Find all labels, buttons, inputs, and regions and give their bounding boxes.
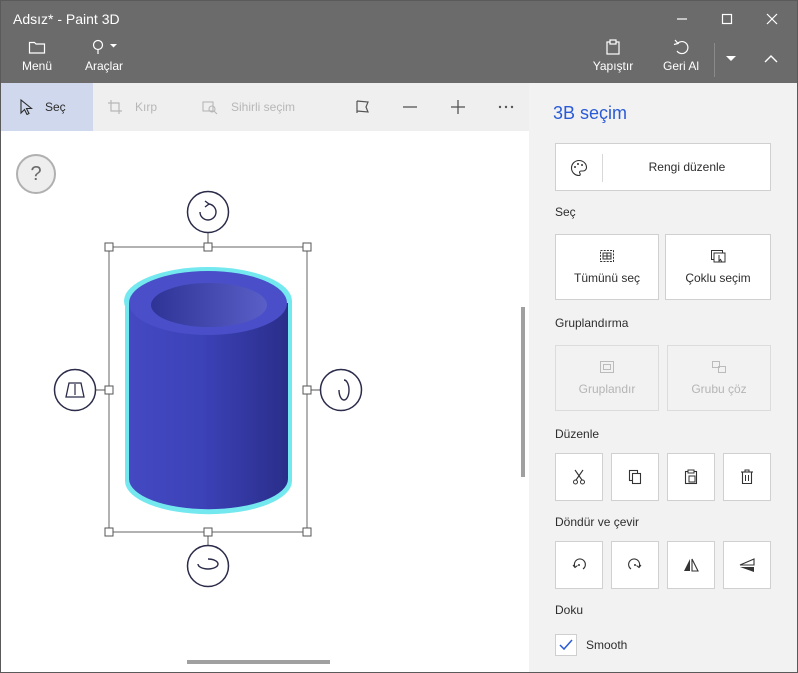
minus-icon	[403, 106, 417, 108]
group-label: Gruplandır	[578, 382, 636, 396]
rotate-y-handle[interactable]	[319, 368, 363, 412]
rotate-z-handle[interactable]	[186, 190, 230, 234]
selection-toolbar: Seç Kırp Sihirli seçim	[1, 83, 529, 131]
maximize-button[interactable]	[704, 5, 750, 33]
maximize-icon	[721, 13, 733, 25]
checkmark-icon	[559, 639, 573, 651]
edit-color-label: Rengi düzenle	[648, 160, 726, 174]
horizontal-scrollbar[interactable]	[187, 660, 330, 664]
flip-horizontal-icon	[684, 558, 699, 572]
more-options-button[interactable]	[493, 95, 519, 119]
flag-icon	[356, 100, 369, 113]
scissors-icon	[573, 469, 585, 485]
magic-select-tool[interactable]: Sihirli seçim	[201, 83, 311, 131]
magic-select-label: Sihirli seçim	[231, 100, 296, 114]
selected-3d-object[interactable]	[1, 131, 421, 601]
minimize-button[interactable]	[659, 5, 705, 33]
flip-vertical-button[interactable]	[723, 541, 771, 589]
ribbon-dropdown-button[interactable]	[717, 45, 745, 73]
close-button[interactable]	[749, 5, 795, 33]
select-tool-label: Seç	[45, 100, 66, 114]
zoom-in-button[interactable]	[445, 95, 471, 119]
copy-button[interactable]	[611, 453, 659, 501]
tools-button[interactable]: Araçlar	[81, 39, 127, 81]
undo-icon	[673, 39, 689, 55]
magic-select-icon	[202, 101, 218, 115]
ungroup-button[interactable]: Grubu çöz	[667, 345, 771, 411]
ribbon-separator	[714, 43, 715, 77]
group-section-label: Gruplandırma	[555, 316, 629, 330]
clipboard-icon	[684, 469, 698, 485]
tools-icon	[92, 39, 117, 54]
undo-label: Geri Al	[662, 59, 699, 73]
vertical-scrollbar[interactable]	[521, 307, 525, 477]
copy-icon	[628, 469, 642, 485]
edit-color-button[interactable]: Rengi düzenle	[555, 143, 771, 191]
select-all-label: Tümünü seç	[573, 271, 641, 285]
cut-button[interactable]	[555, 453, 603, 501]
paste-panel-button[interactable]	[667, 453, 715, 501]
zoom-out-button[interactable]	[397, 95, 423, 119]
menu-button[interactable]: Menü	[15, 39, 59, 81]
3d-select-panel: 3B seçim Rengi düzenle Seç Tümünü seç Ço…	[529, 83, 797, 672]
drawing-canvas[interactable]: ?	[1, 131, 529, 672]
multi-select-icon	[711, 250, 726, 263]
more-icon	[498, 105, 514, 109]
chevron-up-icon	[764, 55, 778, 63]
minimize-icon	[677, 18, 687, 20]
trash-icon	[741, 469, 753, 485]
group-button[interactable]: Gruplandır	[555, 345, 659, 411]
palette-icon	[571, 159, 588, 177]
multi-select-label: Çoklu seçim	[685, 271, 751, 285]
smooth-label: Smooth	[586, 638, 628, 652]
folder-icon	[28, 41, 46, 54]
view-button[interactable]	[350, 95, 376, 119]
select-tool[interactable]: Seç	[1, 83, 93, 131]
texture-section-label: Doku	[555, 603, 584, 617]
cursor-icon	[20, 99, 33, 115]
flip-horizontal-button[interactable]	[667, 541, 715, 589]
paste-button[interactable]: Yapıştır	[589, 39, 637, 81]
depth-handle[interactable]	[53, 368, 97, 412]
tools-label: Araçlar	[84, 59, 123, 73]
select-all-button[interactable]: Tümünü seç	[555, 234, 659, 300]
menu-label: Menü	[21, 59, 53, 73]
rotate-right-icon	[628, 558, 642, 570]
panel-title: 3B seçim	[553, 103, 628, 123]
smooth-checkbox[interactable]	[555, 634, 577, 656]
plus-icon	[451, 100, 465, 114]
group-icon	[600, 361, 614, 373]
select-section-label: Seç	[555, 205, 576, 219]
rotate-x-handle[interactable]	[186, 544, 230, 588]
rotate-section-label: Döndür ve çevir	[555, 515, 640, 529]
paste-label: Yapıştır	[592, 59, 634, 73]
cylinder-shape	[124, 267, 292, 515]
flip-vertical-icon	[739, 558, 755, 572]
edit-color-divider	[602, 154, 603, 182]
window-title: Adsız* - Paint 3D	[13, 11, 120, 27]
ungroup-icon	[712, 361, 726, 373]
undo-button[interactable]: Geri Al	[657, 39, 705, 81]
crop-tool-label: Kırp	[135, 100, 158, 114]
rotate-left-button[interactable]	[555, 541, 603, 589]
title-ribbon-bar: Adsız* - Paint 3D Menü Araçlar Yapıştır	[1, 1, 797, 83]
collapse-ribbon-button[interactable]	[751, 45, 791, 73]
crop-tool[interactable]: Kırp	[107, 83, 171, 131]
crop-icon	[108, 100, 122, 114]
close-icon	[766, 13, 778, 25]
chevron-down-icon	[726, 56, 736, 61]
select-all-icon	[600, 250, 614, 262]
paste-icon	[606, 39, 620, 55]
rotate-right-button[interactable]	[611, 541, 659, 589]
delete-button[interactable]	[723, 453, 771, 501]
rotate-left-icon	[572, 558, 586, 570]
multi-select-button[interactable]: Çoklu seçim	[665, 234, 771, 300]
ungroup-label: Grubu çöz	[691, 382, 747, 396]
paint3d-window: Adsız* - Paint 3D Menü Araçlar Yapıştır	[0, 0, 798, 673]
edit-section-label: Düzenle	[555, 427, 600, 441]
